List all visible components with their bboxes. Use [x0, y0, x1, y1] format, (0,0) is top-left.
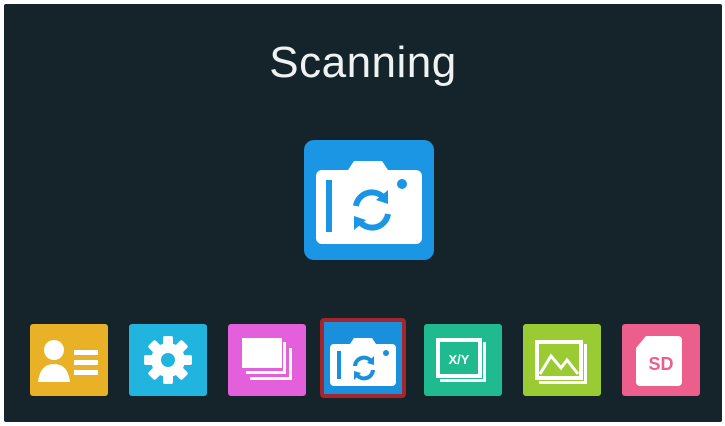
gear-icon[interactable] [129, 324, 207, 396]
camera-scan-menu-button[interactable] [320, 318, 406, 398]
sd-label: SD [648, 354, 673, 374]
camera-scan-icon [304, 140, 434, 260]
contact-card-icon[interactable] [30, 324, 108, 396]
gallery-icon[interactable] [523, 324, 601, 396]
mode-menu-bar: X/Y SD [4, 318, 722, 402]
sd-card-icon[interactable]: SD [622, 324, 700, 396]
xy-icon[interactable]: X/Y [424, 324, 502, 396]
device-screen: Scanning X/Y SD [4, 4, 722, 422]
pages-icon[interactable] [228, 324, 306, 396]
page-title: Scanning [269, 38, 457, 87]
xy-label: X/Y [449, 352, 470, 367]
